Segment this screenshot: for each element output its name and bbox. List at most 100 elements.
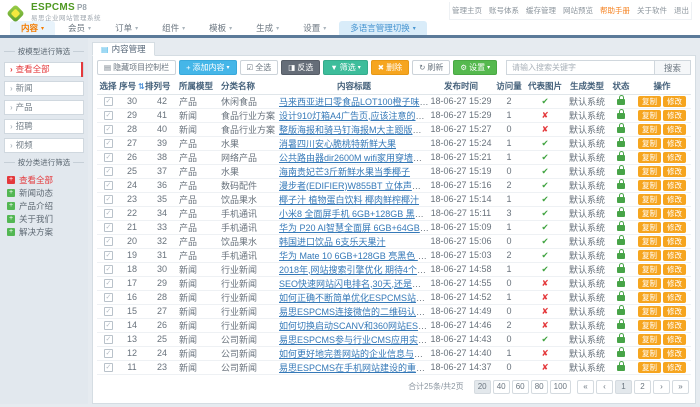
content-title-link[interactable]: 整版海报和骑马钉海报M大主题版面体系,是如何表现设计的! — [279, 125, 429, 135]
content-title-link[interactable]: 如何正确不断简单优化ESPCMS站点扩展 — [279, 293, 429, 303]
toolbar-button[interactable]: ⚙ 设置 ▾ — [453, 60, 497, 75]
copy-button[interactable]: 复制 — [638, 194, 661, 205]
lock-icon[interactable] — [617, 141, 625, 147]
copy-button[interactable]: 复制 — [638, 306, 661, 317]
row-checkbox[interactable] — [104, 237, 113, 246]
copy-button[interactable]: 复制 — [638, 236, 661, 247]
content-title-link[interactable]: 设计910灯箱A4广告页,应该注意的那些细节 — [279, 111, 429, 121]
content-title-link[interactable]: 椰子汁 植物蛋白饮料 椰肉鲜榨椰汁 — [279, 195, 419, 205]
copy-button[interactable]: 复制 — [638, 180, 661, 191]
nav-tab[interactable]: 订单 ▾ — [104, 21, 149, 35]
lock-icon[interactable] — [617, 225, 625, 231]
lock-icon[interactable] — [617, 295, 625, 301]
toolbar-button[interactable]: ▼ 筛选 ▾ — [323, 60, 367, 75]
nav-tab[interactable]: 设置 ▾ — [292, 21, 337, 35]
copy-button[interactable]: 复制 — [638, 138, 661, 149]
lock-icon[interactable] — [617, 113, 625, 119]
edit-button[interactable]: 修改 — [663, 264, 686, 275]
lock-icon[interactable] — [617, 365, 625, 371]
row-checkbox[interactable] — [104, 167, 113, 176]
lock-icon[interactable] — [617, 99, 625, 105]
page-nav-button[interactable]: « — [577, 380, 594, 394]
copy-button[interactable]: 复制 — [638, 264, 661, 275]
page-size-button[interactable]: 100 — [550, 380, 571, 394]
row-checkbox[interactable] — [104, 251, 113, 260]
nav-tab[interactable]: 模板 ▾ — [198, 21, 243, 35]
lock-icon[interactable] — [617, 281, 625, 287]
content-manage-tab[interactable]: ▤ 内容管理 — [92, 42, 155, 56]
row-checkbox[interactable] — [104, 139, 113, 148]
edit-button[interactable]: 修改 — [663, 110, 686, 121]
nav-tab[interactable]: 多语言管理切换 ▾ — [339, 21, 427, 35]
quick-link[interactable]: 缓存管理 — [526, 5, 556, 16]
lock-icon[interactable] — [617, 253, 625, 259]
sort-icon[interactable]: ⇅ — [138, 82, 145, 91]
row-checkbox[interactable] — [104, 307, 113, 316]
toolbar-button[interactable]: ✖ 删除 — [371, 60, 409, 75]
copy-button[interactable]: 复制 — [638, 124, 661, 135]
page-size-button[interactable]: 60 — [512, 380, 529, 394]
model-filter-item[interactable]: › 查看全部 — [4, 62, 84, 77]
toolbar-button[interactable]: + 添加内容 ▾ — [179, 60, 236, 75]
lock-icon[interactable] — [617, 351, 625, 357]
copy-button[interactable]: 复制 — [638, 110, 661, 121]
toolbar-button[interactable]: ◨ 反选 — [281, 60, 320, 75]
quick-link[interactable]: 网站预览 — [563, 5, 593, 16]
edit-button[interactable]: 修改 — [663, 124, 686, 135]
toolbar-button[interactable]: ▤ 隐藏项目控制栏 — [97, 60, 176, 75]
copy-button[interactable]: 复制 — [638, 152, 661, 163]
lock-icon[interactable] — [617, 155, 625, 161]
lock-icon[interactable] — [617, 267, 625, 273]
edit-button[interactable]: 修改 — [663, 236, 686, 247]
page-size-button[interactable]: 80 — [531, 380, 548, 394]
row-checkbox[interactable] — [104, 349, 113, 358]
nav-tab[interactable]: 内容 ▾ — [10, 21, 55, 35]
copy-button[interactable]: 复制 — [638, 362, 661, 373]
quick-link[interactable]: 退出 — [674, 5, 689, 16]
content-title-link[interactable]: 如何切换启动SCANV和360网站ESPCMS常用修复技巧介绍 — [279, 321, 429, 331]
edit-button[interactable]: 修改 — [663, 348, 686, 359]
lock-icon[interactable] — [617, 127, 625, 133]
row-checkbox[interactable] — [104, 335, 113, 344]
page-size-button[interactable]: 20 — [474, 380, 491, 394]
row-checkbox[interactable] — [104, 97, 113, 106]
copy-button[interactable]: 复制 — [638, 208, 661, 219]
content-title-link[interactable]: 易思ESPCMS参与行业CMS应用实践第一 — [279, 335, 429, 345]
model-filter-item[interactable]: › 新闻 — [4, 81, 84, 96]
edit-button[interactable]: 修改 — [663, 320, 686, 331]
page-nav-button[interactable]: » — [672, 380, 689, 394]
content-title-link[interactable]: 马来西亚进口零食品LOT100橙子味软糖 — [279, 97, 429, 107]
content-title-link[interactable]: 公共路由器dir2600M wifi家用穿墙大功率路由器 — [279, 153, 429, 163]
content-title-link[interactable]: 韩国进口饮品 6支乐天果汁 — [279, 237, 386, 247]
page-size-button[interactable]: 40 — [493, 380, 510, 394]
quick-link[interactable]: 关于软件 — [637, 5, 667, 16]
page-nav-button[interactable]: 1 — [615, 380, 632, 394]
category-filter-item[interactable]: + 解决方案 — [4, 225, 84, 238]
row-checkbox[interactable] — [104, 195, 113, 204]
row-checkbox[interactable] — [104, 293, 113, 302]
edit-button[interactable]: 修改 — [663, 250, 686, 261]
category-filter-item[interactable]: + 新闻动态 — [4, 186, 84, 199]
content-title-link[interactable]: 2018年,网站搜索引擎优化 期待4个发展趋势 — [279, 265, 429, 275]
content-title-link[interactable]: 易思ESPCMS连接微信的二维码认证解析 — [279, 307, 429, 317]
copy-button[interactable]: 复制 — [638, 320, 661, 331]
quick-link[interactable]: 账号体系 — [489, 5, 519, 16]
edit-button[interactable]: 修改 — [663, 222, 686, 233]
copy-button[interactable]: 复制 — [638, 292, 661, 303]
toolbar-button[interactable]: ☑ 全选 — [240, 60, 279, 75]
edit-button[interactable]: 修改 — [663, 194, 686, 205]
content-title-link[interactable]: 华为 P20 AI智慧全面屏 6GB+64GB 亮黑色 5.8英寸 全网通版 移… — [279, 223, 429, 233]
page-nav-button[interactable]: 2 — [634, 380, 651, 394]
copy-button[interactable]: 复制 — [638, 222, 661, 233]
model-filter-item[interactable]: › 视频 — [4, 138, 84, 153]
content-title-link[interactable]: 海南贵妃芒3斤新鲜水果当季椰子 — [279, 167, 410, 177]
row-checkbox[interactable] — [104, 321, 113, 330]
page-nav-button[interactable]: ‹ — [596, 380, 613, 394]
quick-link[interactable]: 帮助手册 — [600, 5, 630, 16]
edit-button[interactable]: 修改 — [663, 362, 686, 373]
lock-icon[interactable] — [617, 197, 625, 203]
edit-button[interactable]: 修改 — [663, 334, 686, 345]
content-title-link[interactable]: SEO快速网站闪电排名,30天,还是白帽技术的 — [279, 279, 429, 289]
model-filter-item[interactable]: › 招聘 — [4, 119, 84, 134]
nav-tab[interactable]: 会员 ▾ — [57, 21, 102, 35]
